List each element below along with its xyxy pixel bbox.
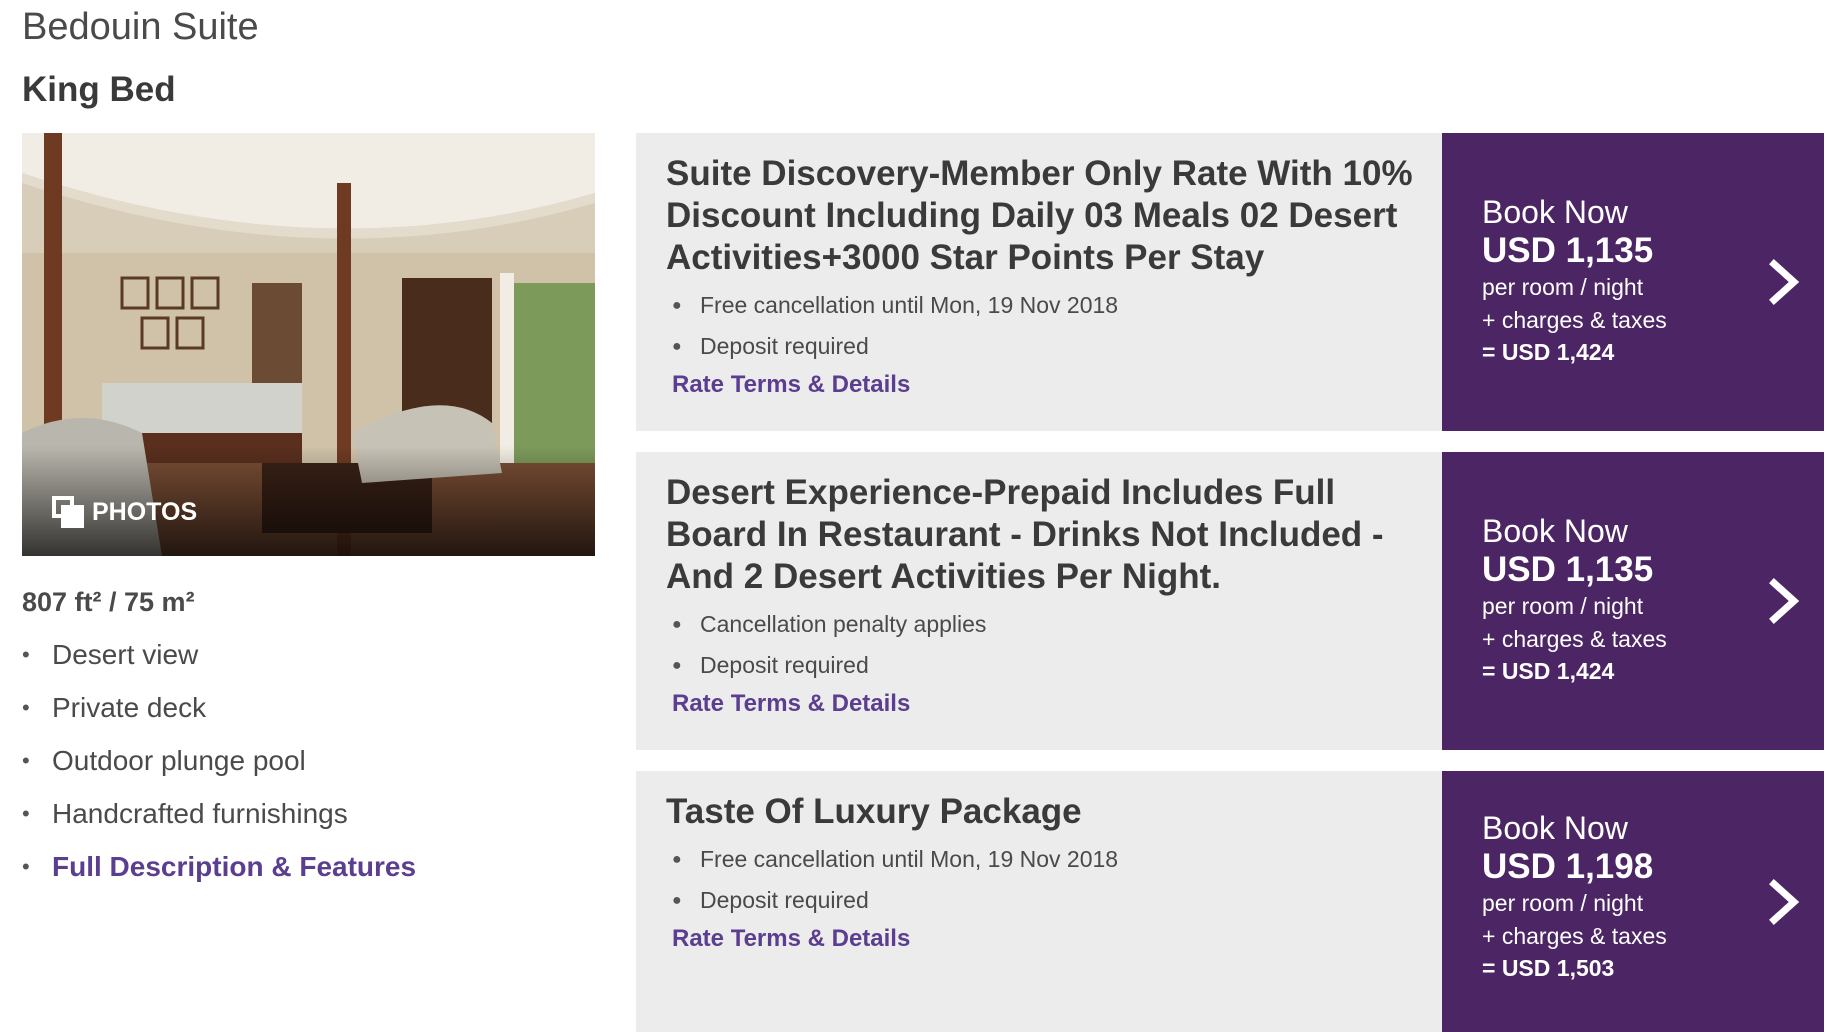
feature-item: • Handcrafted furnishings <box>22 787 416 840</box>
book-now-label: Book Now <box>1482 513 1628 549</box>
rate-card: Desert Experience-Prepaid Includes Full … <box>636 452 1824 750</box>
rate-bullet: ● Deposit required <box>666 880 1442 921</box>
rate-bullet-text: Deposit required <box>700 333 869 359</box>
full-description-link[interactable]: Full Description & Features <box>52 851 416 883</box>
charges-note: + charges & taxes <box>1482 626 1667 652</box>
book-now-button[interactable]: Book Now USD 1,135 per room / night + ch… <box>1442 133 1824 431</box>
book-now-button[interactable]: Book Now USD 1,135 per room / night + ch… <box>1442 452 1824 750</box>
total-price: = USD 1,424 <box>1482 658 1615 684</box>
rate-info: Suite Discovery-Member Only Rate With 10… <box>636 133 1442 431</box>
book-now-label: Book Now <box>1482 194 1628 230</box>
photos-button[interactable]: PHOTOS <box>52 496 197 528</box>
feature-item-link: • Full Description & Features <box>22 840 416 893</box>
feature-item: • Desert view <box>22 628 416 681</box>
bullet-icon: ● <box>672 615 682 633</box>
bullet-icon: • <box>22 641 30 667</box>
suite-title: Bedouin Suite <box>22 6 259 48</box>
rate-terms-link[interactable]: Rate Terms & Details <box>672 925 910 953</box>
bullet-icon: ● <box>672 337 682 355</box>
rate-info: Desert Experience-Prepaid Includes Full … <box>636 452 1442 750</box>
total-price: = USD 1,503 <box>1482 955 1615 981</box>
total-price: = USD 1,424 <box>1482 339 1615 365</box>
book-now-label: Book Now <box>1482 810 1628 846</box>
bullet-icon: ● <box>672 296 682 314</box>
rate-bullet: ● Free cancellation until Mon, 19 Nov 201… <box>666 839 1442 880</box>
feature-label: Desert view <box>52 638 199 670</box>
feature-item: • Outdoor plunge pool <box>22 734 416 787</box>
feature-label: Outdoor plunge pool <box>52 744 306 776</box>
chevron-right-icon <box>1769 878 1800 925</box>
charges-note: + charges & taxes <box>1482 307 1667 333</box>
feature-label: Private deck <box>52 691 207 723</box>
rate-bullets: ● Free cancellation until Mon, 19 Nov 201… <box>666 839 1442 921</box>
feature-list: • Desert view • Private deck • Outdoor plun… <box>22 628 416 893</box>
bullet-icon: ● <box>672 656 682 674</box>
feature-item: • Private deck <box>22 681 416 734</box>
rate-card: Suite Discovery-Member Only Rate With 10… <box>636 133 1824 431</box>
bullet-icon: • <box>22 747 30 773</box>
rate-title: Suite Discovery-Member Only Rate With 10… <box>666 154 1413 277</box>
rate-bullet: ● Deposit required <box>666 645 1442 686</box>
book-now-button[interactable]: Book Now USD 1,198 per room / night + ch… <box>1442 771 1824 1032</box>
photos-icon <box>52 496 84 528</box>
rate-terms-link[interactable]: Rate Terms & Details <box>672 371 910 399</box>
rate-bullet-text: Free cancellation until Mon, 19 Nov 2018 <box>700 292 1119 318</box>
rate-bullet: ● Deposit required <box>666 326 1442 367</box>
rate-bullet-text: Deposit required <box>700 887 869 913</box>
rate-title: Taste Of Luxury Package <box>666 792 1082 831</box>
rate-title: Desert Experience-Prepaid Includes Full … <box>666 473 1384 596</box>
rate-bullet-text: Cancellation penalty applies <box>700 611 987 637</box>
bullet-icon: ● <box>672 850 682 868</box>
feature-label: Handcrafted furnishings <box>52 797 348 829</box>
rate-bullet-text: Deposit required <box>700 652 869 678</box>
room-photo[interactable]: PHOTOS <box>22 133 595 556</box>
bullet-icon: • <box>22 800 30 826</box>
bullet-icon: • <box>22 694 30 720</box>
room-size: 807 ft² / 75 m² <box>22 587 195 617</box>
rate-bullet: ● Cancellation penalty applies <box>666 604 1442 645</box>
rate-bullet: ● Free cancellation until Mon, 19 Nov 201… <box>666 285 1442 326</box>
chevron-right-icon <box>1769 578 1800 624</box>
rate-bullets: ● Free cancellation until Mon, 19 Nov 201… <box>666 285 1442 367</box>
chevron-right-icon <box>1769 259 1800 305</box>
rate-bullets: ● Cancellation penalty applies ● Deposit r… <box>666 604 1442 686</box>
rate-terms-link[interactable]: Rate Terms & Details <box>672 690 910 718</box>
rate-card: Taste Of Luxury Package ● Free cancellati… <box>636 771 1824 1032</box>
bullet-icon: • <box>22 853 30 879</box>
bullet-icon: ● <box>672 891 682 909</box>
photos-label: PHOTOS <box>92 497 198 526</box>
bed-type-heading: King Bed <box>22 70 176 109</box>
rate-info: Taste Of Luxury Package ● Free cancellati… <box>636 771 1442 1032</box>
rate-bullet-text: Free cancellation until Mon, 19 Nov 2018 <box>700 846 1119 872</box>
